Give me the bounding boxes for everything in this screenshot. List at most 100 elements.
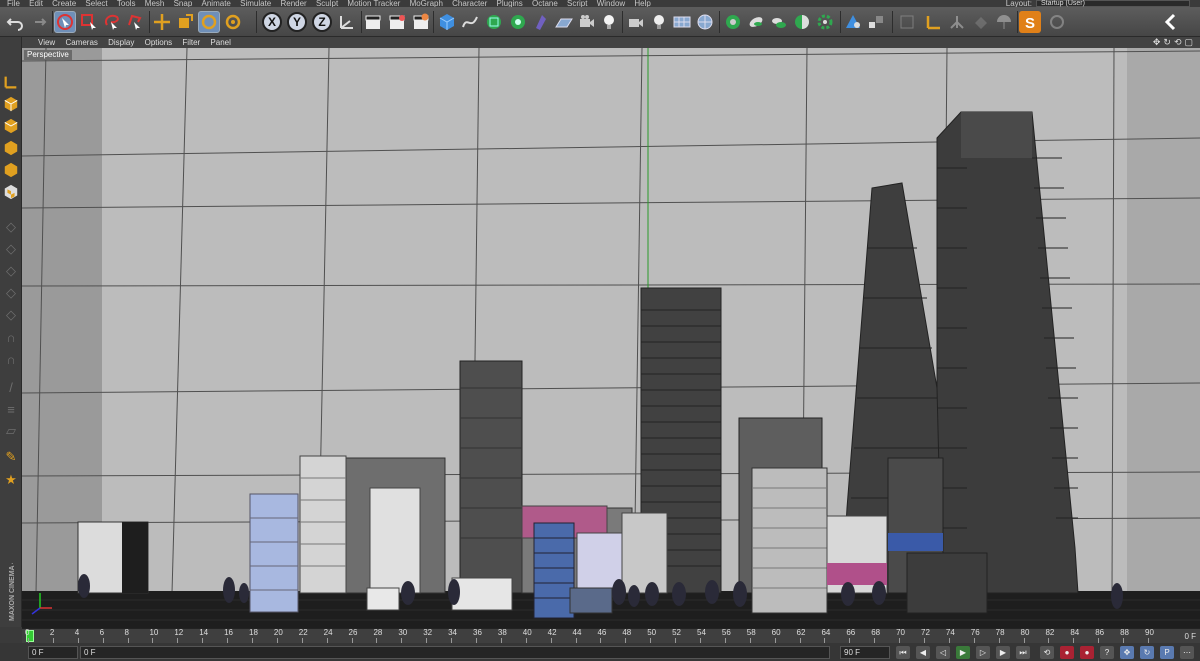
z-axis-lock-button[interactable]: Z [312, 12, 332, 32]
param-key-button[interactable]: ⋯ [1180, 646, 1194, 659]
menu-help[interactable]: Help [634, 0, 650, 7]
goto-start-button[interactable]: ⏮ [896, 646, 910, 659]
rotate-tool-button[interactable] [198, 11, 220, 33]
menu-tools[interactable]: Tools [117, 0, 136, 7]
menu-simulate[interactable]: Simulate [240, 0, 271, 7]
points-mode-button[interactable] [896, 11, 918, 33]
subdivision-surface-button[interactable] [483, 11, 505, 33]
object-mode-button[interactable] [1, 116, 21, 136]
effector-button[interactable] [791, 11, 813, 33]
scale-key-button[interactable]: P [1160, 646, 1174, 659]
menu-select[interactable]: Select [85, 0, 107, 7]
start-frame-field[interactable]: 0 F [28, 646, 78, 659]
perspective-viewport[interactable]: Perspective [22, 48, 1200, 628]
scale-tool-button[interactable] [174, 11, 196, 33]
coordinate-system-button[interactable] [336, 11, 358, 33]
viewport-menu-filter[interactable]: Filter [182, 37, 200, 48]
menu-render[interactable]: Render [280, 0, 306, 7]
menu-script[interactable]: Script [567, 0, 587, 7]
array-button[interactable] [507, 11, 529, 33]
viewport-menu-panel[interactable]: Panel [210, 37, 230, 48]
viewport-menu-cameras[interactable]: Cameras [65, 37, 97, 48]
knife-button[interactable]: / [1, 377, 21, 397]
menu-plugins[interactable]: Plugins [497, 0, 523, 7]
step-back-button[interactable]: ◁ [936, 646, 950, 659]
hair-button[interactable] [865, 11, 887, 33]
ortho-camera-button[interactable] [625, 11, 647, 33]
menu-file[interactable]: File [7, 0, 20, 7]
timeline-ruler[interactable]: 0 2 4 6 8 10 12 14 16 18 20 22 24 26 28 30 32 34 36 38 40 42 4… [22, 628, 1200, 644]
menu-mesh[interactable]: Mesh [145, 0, 165, 7]
make-editable-button[interactable] [1, 72, 21, 92]
checker-mode-button[interactable] [1, 182, 21, 202]
deformer-button[interactable] [530, 11, 552, 33]
favorite-button[interactable]: ★ [1, 470, 21, 490]
move-tool-button[interactable] [151, 11, 173, 33]
cube-primitive-button[interactable] [436, 11, 458, 33]
texture-mode-button[interactable] [993, 11, 1015, 33]
background-button[interactable] [671, 11, 693, 33]
texture-mode-button[interactable] [1, 138, 21, 158]
layout-select[interactable]: Startup (User) [1036, 0, 1190, 7]
render-to-picture-viewer-button[interactable] [386, 11, 408, 33]
spline-pen-button[interactable] [459, 11, 481, 33]
camera-button[interactable] [576, 11, 598, 33]
viewport-menu-view[interactable]: View [38, 37, 55, 48]
menu-window[interactable]: Window [597, 0, 625, 7]
points-button[interactable]: ◇ [1, 217, 21, 237]
tracer-button[interactable] [814, 11, 836, 33]
viewport-nav-icons[interactable]: ✥↻⟲▢ [1153, 37, 1196, 48]
menu-mograph[interactable]: MoGraph [410, 0, 443, 7]
object-axis-button[interactable] [923, 11, 945, 33]
menu-character[interactable]: Character [452, 0, 487, 7]
render-tag-button[interactable] [842, 11, 864, 33]
edges-mode-button[interactable] [946, 11, 968, 33]
area-light-button[interactable] [648, 11, 670, 33]
x-axis-lock-button[interactable]: X [262, 12, 282, 32]
layout-back-button[interactable] [1160, 11, 1182, 33]
floor-button[interactable]: ▱ [1, 421, 21, 441]
matrix-button[interactable] [768, 11, 790, 33]
snap-button[interactable]: ∩ [1, 327, 21, 347]
cloner-button[interactable] [722, 11, 744, 33]
play-button[interactable]: ▶ [956, 646, 970, 659]
step-forward-button[interactable]: ▷ [976, 646, 990, 659]
prev-key-button[interactable]: ◀ [916, 646, 930, 659]
autokey-button[interactable]: ● [1080, 646, 1094, 659]
menu-motion-tracker[interactable]: Motion Tracker [347, 0, 400, 7]
loop-button[interactable]: ⟲ [1040, 646, 1054, 659]
y-axis-lock-button[interactable]: Y [287, 12, 307, 32]
position-key-button[interactable]: ✥ [1120, 646, 1134, 659]
undo-button[interactable] [4, 11, 26, 33]
layer-button[interactable]: ≡ [1, 399, 21, 419]
rectangle-selection-button[interactable] [78, 11, 100, 33]
preview-range-slider[interactable]: 0 F [80, 646, 830, 659]
light-button[interactable] [598, 11, 620, 33]
menu-octane[interactable]: Octane [532, 0, 558, 7]
next-key-button[interactable]: ▶ [996, 646, 1010, 659]
render-settings-button[interactable] [410, 11, 432, 33]
menu-snap[interactable]: Snap [174, 0, 193, 7]
record-button[interactable]: ● [1060, 646, 1074, 659]
live-selection-button[interactable] [54, 11, 76, 33]
uv-polygons-button[interactable]: ◇ [1, 305, 21, 325]
redo-button[interactable] [27, 11, 49, 33]
viewport-menu-display[interactable]: Display [108, 37, 134, 48]
model-mode-button[interactable] [1, 94, 21, 114]
keyframe-selection-button[interactable]: ? [1100, 646, 1114, 659]
magnet-button[interactable]: ∩ [1, 349, 21, 369]
spline-tool-button[interactable] [1046, 11, 1068, 33]
sculpt-button[interactable]: S [1019, 11, 1041, 33]
polygon-selection-button[interactable] [124, 11, 146, 33]
scene-floor-button[interactable] [553, 11, 575, 33]
menu-sculpt[interactable]: Sculpt [316, 0, 338, 7]
sky-button[interactable] [694, 11, 716, 33]
paint-button[interactable]: ✎ [1, 447, 21, 467]
polygons-mode-button[interactable] [970, 11, 992, 33]
end-frame-field[interactable]: 90 F [840, 646, 890, 659]
polygons-button[interactable]: ◇ [1, 261, 21, 281]
menu-edit[interactable]: Edit [29, 0, 43, 7]
uv-points-button[interactable]: ◇ [1, 283, 21, 303]
menu-animate[interactable]: Animate [202, 0, 231, 7]
goto-end-button[interactable]: ⏭ [1016, 646, 1030, 659]
